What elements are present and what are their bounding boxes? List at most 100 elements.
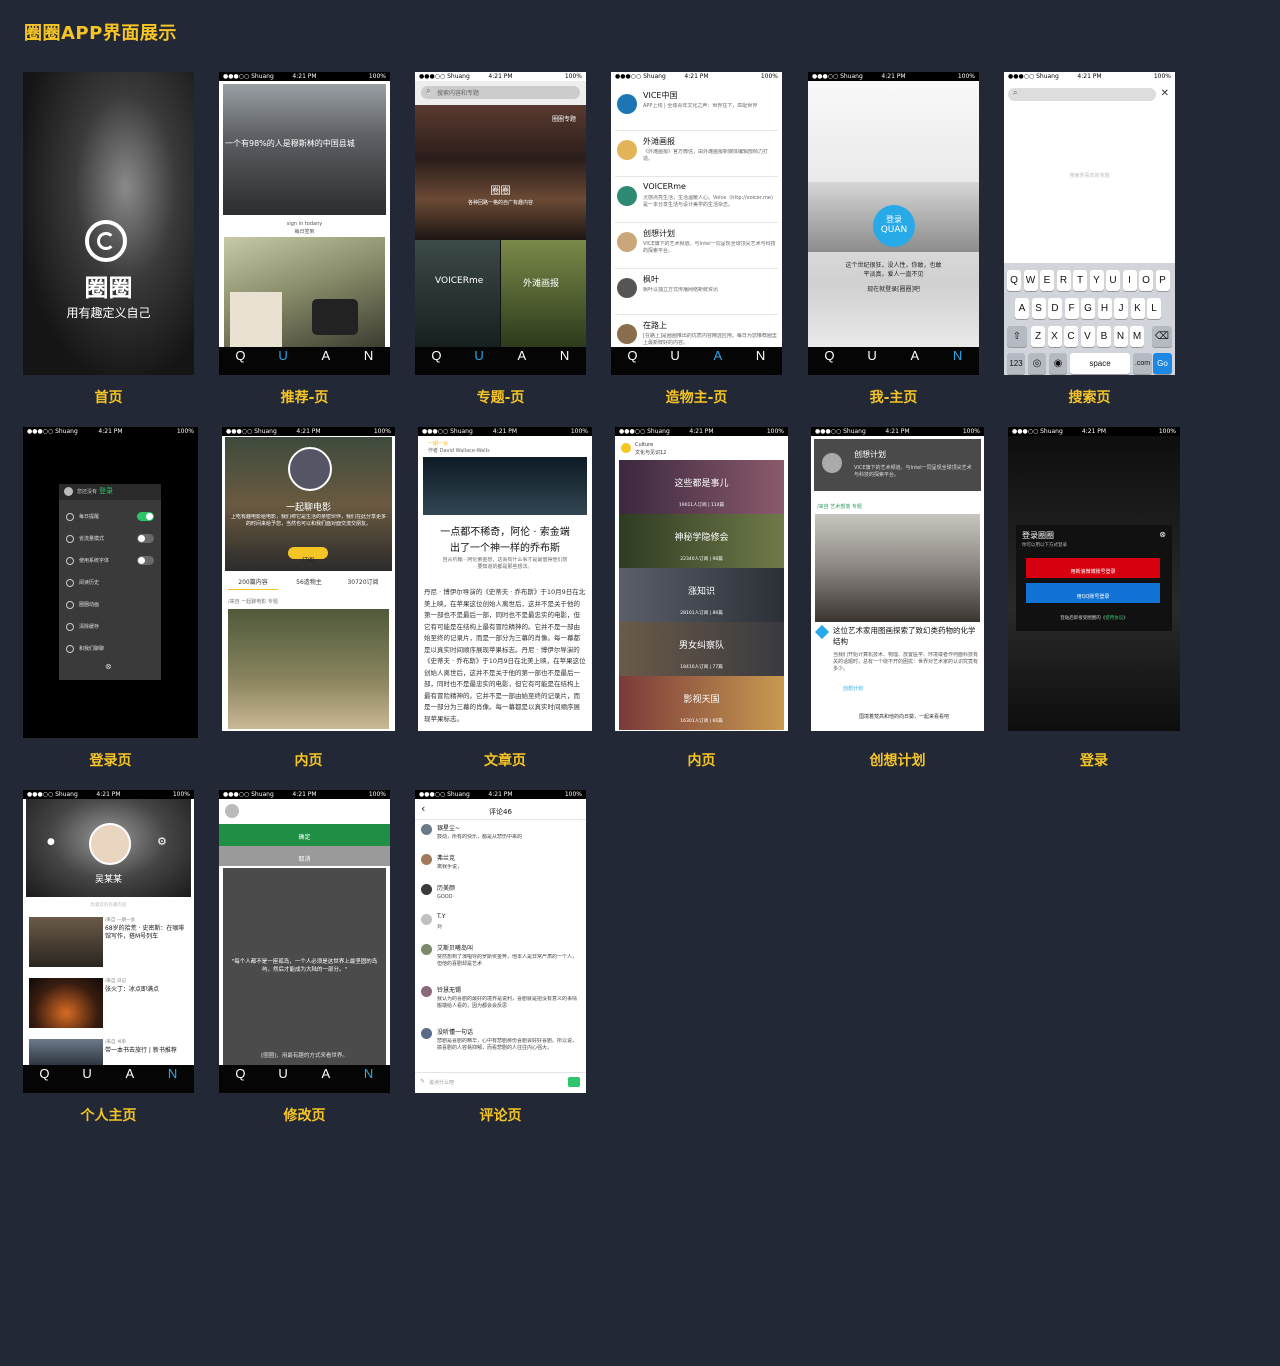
send-icon[interactable] xyxy=(568,1077,580,1087)
stat-content[interactable]: 200篇内容 xyxy=(228,577,278,586)
key[interactable]: I xyxy=(1122,270,1137,291)
close-icon[interactable]: ✕ xyxy=(1161,88,1169,99)
comment-item[interactable]: 银星尘~ 鼓动，所有的快乐，都是从悲伤中来的 xyxy=(415,822,586,852)
menu-item[interactable]: 和我们聊聊 xyxy=(59,638,161,660)
key[interactable]: V xyxy=(1080,326,1095,347)
comment-input[interactable]: ✎ 说点什么吧 xyxy=(415,1072,586,1093)
search-input[interactable]: ⌕ xyxy=(1008,88,1156,101)
idea-next[interactable]: 国境着梵高和他的向日葵，一起来看看吧 xyxy=(859,714,964,721)
list-item[interactable]: 影视天国 16301人订阅 | 66篇 xyxy=(619,676,784,730)
tab-u[interactable]: U xyxy=(851,347,894,375)
topic-hero-image[interactable] xyxy=(415,105,586,240)
comment-item[interactable]: 铃慧无锡 我认为的喜剧的最好的境界是说利，喜剧就是把没有意义的事情搬端给人看的，因… xyxy=(415,984,586,1026)
card-image[interactable] xyxy=(224,237,385,349)
post-item[interactable]: /来自 一期一会 68岁的拾荒 · 史密斯：在咖啡馆写作，搭M号列车 xyxy=(29,917,189,969)
idea-image[interactable] xyxy=(815,514,980,622)
menu-item[interactable]: 使用系统字体 xyxy=(59,550,161,572)
gear-icon[interactable]: ⚙ xyxy=(157,835,167,848)
tab-n[interactable]: N xyxy=(151,1065,194,1093)
post-item[interactable]: /来自 书单 带一本书去旅行 | 新书推荐 xyxy=(29,1039,189,1065)
toggle-switch[interactable] xyxy=(137,512,154,521)
key[interactable]: M xyxy=(1130,326,1144,347)
key[interactable]: A xyxy=(1015,298,1029,319)
tab-a[interactable]: A xyxy=(697,347,740,375)
key[interactable]: O xyxy=(1139,270,1153,291)
tab-n[interactable]: N xyxy=(543,347,586,375)
hero-image[interactable] xyxy=(223,84,386,215)
key[interactable]: B xyxy=(1097,326,1111,347)
menu-item[interactable]: 清除缓存 xyxy=(59,616,161,638)
key[interactable]: P xyxy=(1155,270,1170,291)
key[interactable]: E xyxy=(1040,270,1054,291)
dotcom-key[interactable]: .com xyxy=(1133,353,1152,374)
tab-u[interactable]: U xyxy=(66,1065,109,1093)
subscribe-button[interactable]: 订阅 xyxy=(288,547,328,564)
mic-key[interactable]: ◉ xyxy=(1049,353,1067,374)
tab-n[interactable]: N xyxy=(347,1065,390,1093)
tab-a[interactable]: A xyxy=(894,347,937,375)
key[interactable]: J xyxy=(1114,298,1128,319)
go-key[interactable]: Go xyxy=(1153,353,1172,374)
key[interactable]: R xyxy=(1056,270,1071,291)
tab-q[interactable]: Q xyxy=(611,347,654,375)
confirm-button[interactable]: 确定 xyxy=(219,824,390,846)
chat-icon[interactable]: ● xyxy=(47,837,55,847)
key[interactable]: K xyxy=(1130,298,1145,319)
tab-u[interactable]: U xyxy=(262,1065,305,1093)
creator-item[interactable]: 创想计划 VICE旗下的艺术频道。与Intel一同呈现全球顶尖艺术与科技的探索平… xyxy=(611,224,782,268)
key[interactable]: Y xyxy=(1089,270,1104,291)
list-item[interactable]: 这些都是事儿 19011人订阅 | 114篇 xyxy=(619,460,784,514)
key[interactable]: F xyxy=(1064,298,1079,319)
key[interactable]: G xyxy=(1081,298,1095,319)
shift-key[interactable]: ⇧ xyxy=(1007,326,1027,347)
menu-item[interactable]: 每日提醒 xyxy=(59,506,161,528)
tab-n[interactable]: N xyxy=(936,347,979,375)
globe-key[interactable]: ◎ xyxy=(1028,353,1046,374)
cancel-button[interactable]: 取消 xyxy=(219,846,390,866)
tab-n[interactable]: N xyxy=(347,347,390,375)
key[interactable]: W xyxy=(1023,270,1038,291)
tile-voicerme[interactable] xyxy=(415,240,500,347)
comment-item[interactable]: 历美颜 GOOD xyxy=(415,882,586,912)
edit-area[interactable]: "每个人都不是一座孤岛，一个人必须是这世界上最坚固的岛屿，然后才能成为大陆的一部… xyxy=(223,868,386,1066)
key[interactable]: U xyxy=(1106,270,1120,291)
key[interactable]: X xyxy=(1047,326,1062,347)
me-login-link[interactable]: 现在就登录[圈圈]吧 xyxy=(808,284,979,293)
tab-a[interactable]: A xyxy=(109,1065,152,1093)
agreement-link[interactable]: 使用协议 xyxy=(1105,616,1123,621)
backspace-key[interactable]: ⌫ xyxy=(1152,326,1172,347)
key[interactable]: Z xyxy=(1031,326,1045,347)
tab-a[interactable]: A xyxy=(305,347,348,375)
creator-item[interactable]: VOICERme 灵感点亮生活，生活温暖人心。Voice（http://voic… xyxy=(611,178,782,222)
stat-subs[interactable]: 30720订阅 xyxy=(338,577,388,586)
space-key[interactable]: space xyxy=(1070,353,1130,374)
key[interactable]: S xyxy=(1031,298,1046,319)
comment-item[interactable]: 艾斯贝曦岛叫 突然想到了演唱导的罗斯奖金奔，他本人是非常严肃的一个人，但他的喜剧却… xyxy=(415,942,586,984)
tab-q[interactable]: Q xyxy=(219,1065,262,1093)
tab-q[interactable]: Q xyxy=(808,347,851,375)
key[interactable]: C xyxy=(1064,326,1078,347)
tab-u[interactable]: U xyxy=(262,347,305,375)
list-item[interactable]: 神秘学隐修会 22340人订阅 | 98篇 xyxy=(619,514,784,568)
list-item[interactable]: 男女纠察队 18410人订阅 | 77篇 xyxy=(619,622,784,676)
column-name[interactable]: 一期一会 xyxy=(428,440,448,447)
post-item[interactable]: /来自 日记 张火丁：冰点即满点 xyxy=(29,978,189,1030)
comment-item[interactable]: 弗兰克 离我手说， xyxy=(415,852,586,882)
post-image[interactable] xyxy=(228,609,389,729)
menu-item[interactable]: 省流量模式 xyxy=(59,528,161,550)
login-circle-button[interactable]: 登录 QUAN xyxy=(873,205,915,247)
tab-a[interactable]: A xyxy=(305,1065,348,1093)
key[interactable]: N xyxy=(1113,326,1128,347)
toggle-switch[interactable] xyxy=(137,556,154,565)
qq-login-button[interactable]: 用QQ账号登录 xyxy=(1026,583,1160,603)
close-circle-icon[interactable]: ⊗ xyxy=(1159,530,1166,539)
tab-a[interactable]: A xyxy=(501,347,544,375)
creator-item[interactable]: 外滩画报 《外滩画报》官方微信，由外滩画报新媒体编辑部倾力打造。 xyxy=(611,132,782,176)
menu-item[interactable]: 圈圈动画 xyxy=(59,594,161,616)
key[interactable]: Q xyxy=(1007,270,1021,291)
search-bar[interactable]: ⌕ 搜索内容和专题 xyxy=(415,81,586,105)
tab-q[interactable]: Q xyxy=(219,347,262,375)
comment-item[interactable]: 没听懂一句话 悲剧是喜剧的精华，心中有悲剧那份喜剧会好好喜剧。所以说，搞喜剧的人容… xyxy=(415,1026,586,1068)
menu-item[interactable]: 阅读历史 xyxy=(59,572,161,594)
list-item[interactable]: 涨知识 28101人订阅 | 86篇 xyxy=(619,568,784,622)
